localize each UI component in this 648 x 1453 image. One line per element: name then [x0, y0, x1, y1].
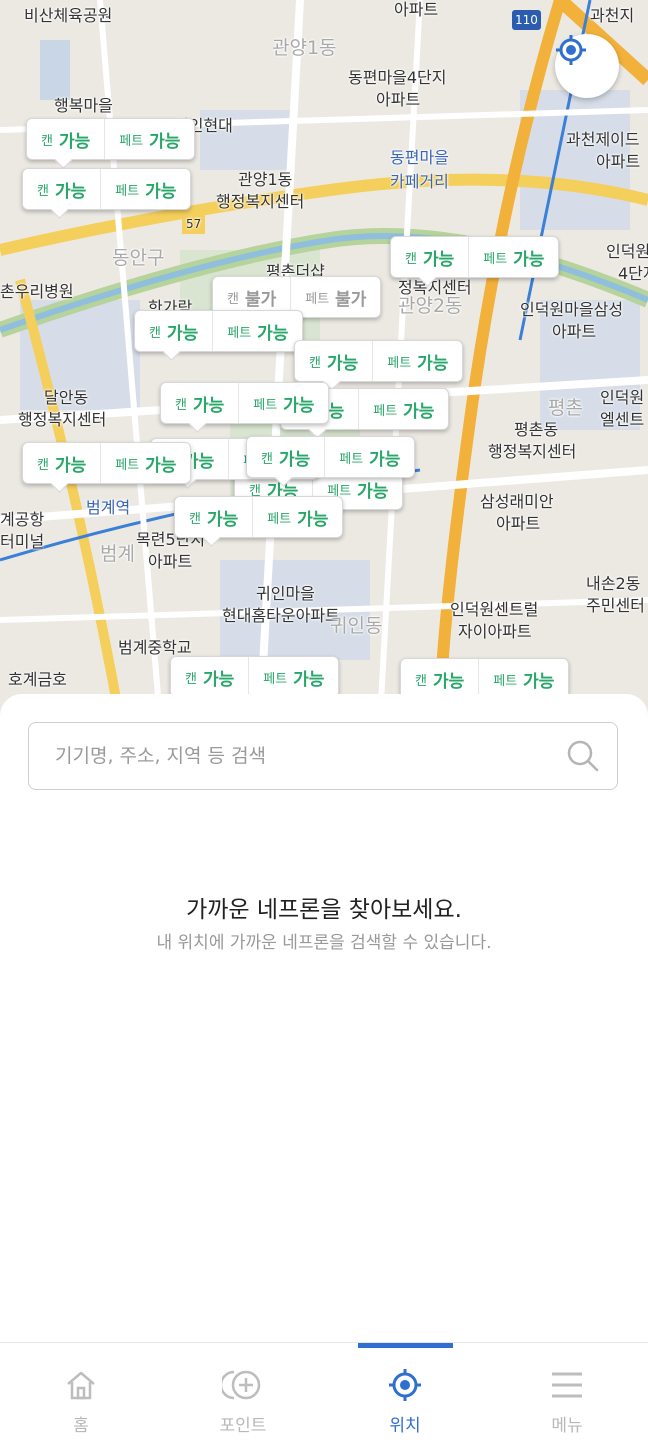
recycle-station-pin[interactable]: 캔가능 페트가능	[22, 168, 192, 210]
map-label: 아파트	[394, 0, 439, 19]
map-label: 범계역	[86, 498, 131, 517]
tab-label: 홈	[73, 1416, 89, 1436]
recycle-station-pin[interactable]: 캔가능 페트가능	[26, 118, 196, 160]
tab-home[interactable]: 홈	[0, 1343, 162, 1453]
map-label: 동편마을	[390, 148, 449, 167]
map-label: 계공항	[0, 510, 45, 529]
map-label: 인덕원	[600, 388, 645, 407]
map-label: 관양2동	[398, 295, 463, 317]
empty-state-title: 가까운 네프론을 찾아보세요.	[186, 897, 462, 923]
menu-icon	[552, 1372, 582, 1398]
map-label: 평촌동	[514, 420, 559, 439]
map-label: 과천제이드	[566, 130, 640, 149]
map-label: 아파트	[376, 90, 421, 109]
map-label: 평촌	[548, 397, 583, 419]
tab-label: 메뉴	[551, 1416, 583, 1436]
recycle-station-pin[interactable]: 캔가능 페트가능	[170, 656, 340, 698]
points-icon	[222, 1370, 261, 1400]
tab-points[interactable]: 포인트	[162, 1343, 324, 1453]
map-label: 달안동	[44, 388, 89, 407]
bottom-sheet: 가까운 네프론을 찾아보세요. 내 위치에 가까운 네프론을 검색할 수 있습니…	[0, 694, 648, 1344]
map-label: 행복마을	[54, 96, 113, 115]
map-label: 4단지	[618, 264, 648, 283]
tab-label: 포인트	[219, 1416, 267, 1436]
search-box[interactable]	[28, 722, 618, 790]
map-label: 엘센트	[600, 410, 645, 429]
map-view[interactable]: 비산체육공원 아파트 관양1동 동편마을4단지 아파트 행복마을 귀인현대 동편…	[0, 0, 648, 720]
recycle-station-pin[interactable]: 캔가능 페트가능	[294, 340, 464, 382]
map-label: 아파트	[148, 552, 193, 571]
recycle-station-pin[interactable]: 캔가능 페트가능	[160, 382, 330, 424]
search-input[interactable]	[53, 744, 565, 768]
map-label: 행정복지센터	[18, 410, 107, 429]
map-label: 인덕원마을삼성	[520, 300, 624, 319]
my-location-button[interactable]	[555, 34, 619, 98]
recycle-station-pin[interactable]: 캔가능 페트가능	[246, 436, 416, 478]
tab-menu[interactable]: 메뉴	[486, 1343, 648, 1453]
map-label: 관양1동	[272, 37, 337, 59]
map-label: 귀인동	[330, 615, 383, 637]
map-label: 비산체육공원	[24, 6, 113, 25]
recycle-station-pin[interactable]: 캔가능 페트가능	[22, 442, 192, 484]
recycle-station-pin[interactable]: 캔가능 페트가능	[390, 236, 560, 278]
map-label: 현대홈타운아파트	[222, 606, 340, 625]
map-label: 호계금호	[8, 670, 67, 689]
location-icon	[389, 1369, 421, 1401]
recycle-station-pin[interactable]: 캔가능 페트가능	[174, 496, 344, 538]
map-label: 인덕원센트럴	[450, 600, 539, 619]
bottom-tab-bar: 홈 포인트 위치 메뉴	[0, 1342, 648, 1453]
map-label: 아파트	[596, 152, 641, 171]
home-icon	[67, 1371, 95, 1400]
map-label: 터미널	[0, 532, 45, 551]
map-label: 카페거리	[390, 172, 449, 191]
map-label: 자이아파트	[458, 622, 532, 641]
map-label: 범계	[100, 543, 135, 565]
map-label: 인덕원	[606, 242, 648, 261]
map-label: 행정복지센터	[488, 442, 577, 461]
tab-label: 위치	[389, 1416, 421, 1436]
map-label: 주민센터	[586, 596, 645, 615]
map-label: 아파트	[552, 322, 597, 341]
map-label: 아파트	[496, 514, 541, 533]
map-label: 관양1동	[238, 170, 293, 189]
empty-state-subtitle: 내 위치에 가까운 네프론을 검색할 수 있습니다.	[156, 933, 492, 953]
tab-location[interactable]: 위치	[324, 1343, 486, 1453]
map-label: 내손2동	[586, 574, 641, 593]
map-label: 행정복지센터	[216, 192, 305, 211]
map-label: 과천지	[590, 6, 635, 25]
active-tab-indicator	[358, 1343, 453, 1348]
search-icon[interactable]	[565, 738, 601, 774]
map-label: 동안구	[112, 247, 165, 269]
route-shield: 110	[512, 10, 541, 30]
map-label: 범계중학교	[118, 638, 192, 657]
route-shield: 57	[182, 214, 206, 234]
map-label: 귀인마을	[256, 584, 315, 603]
recycle-station-pin[interactable]: 캔가능 페트가능	[134, 310, 304, 352]
crosshair-icon	[556, 35, 586, 65]
map-label: 촌우리병원	[0, 282, 74, 301]
map-label: 정복지센터	[398, 278, 472, 297]
map-label: 삼성래미안	[480, 492, 554, 511]
map-label: 동편마을4단지	[348, 68, 447, 87]
